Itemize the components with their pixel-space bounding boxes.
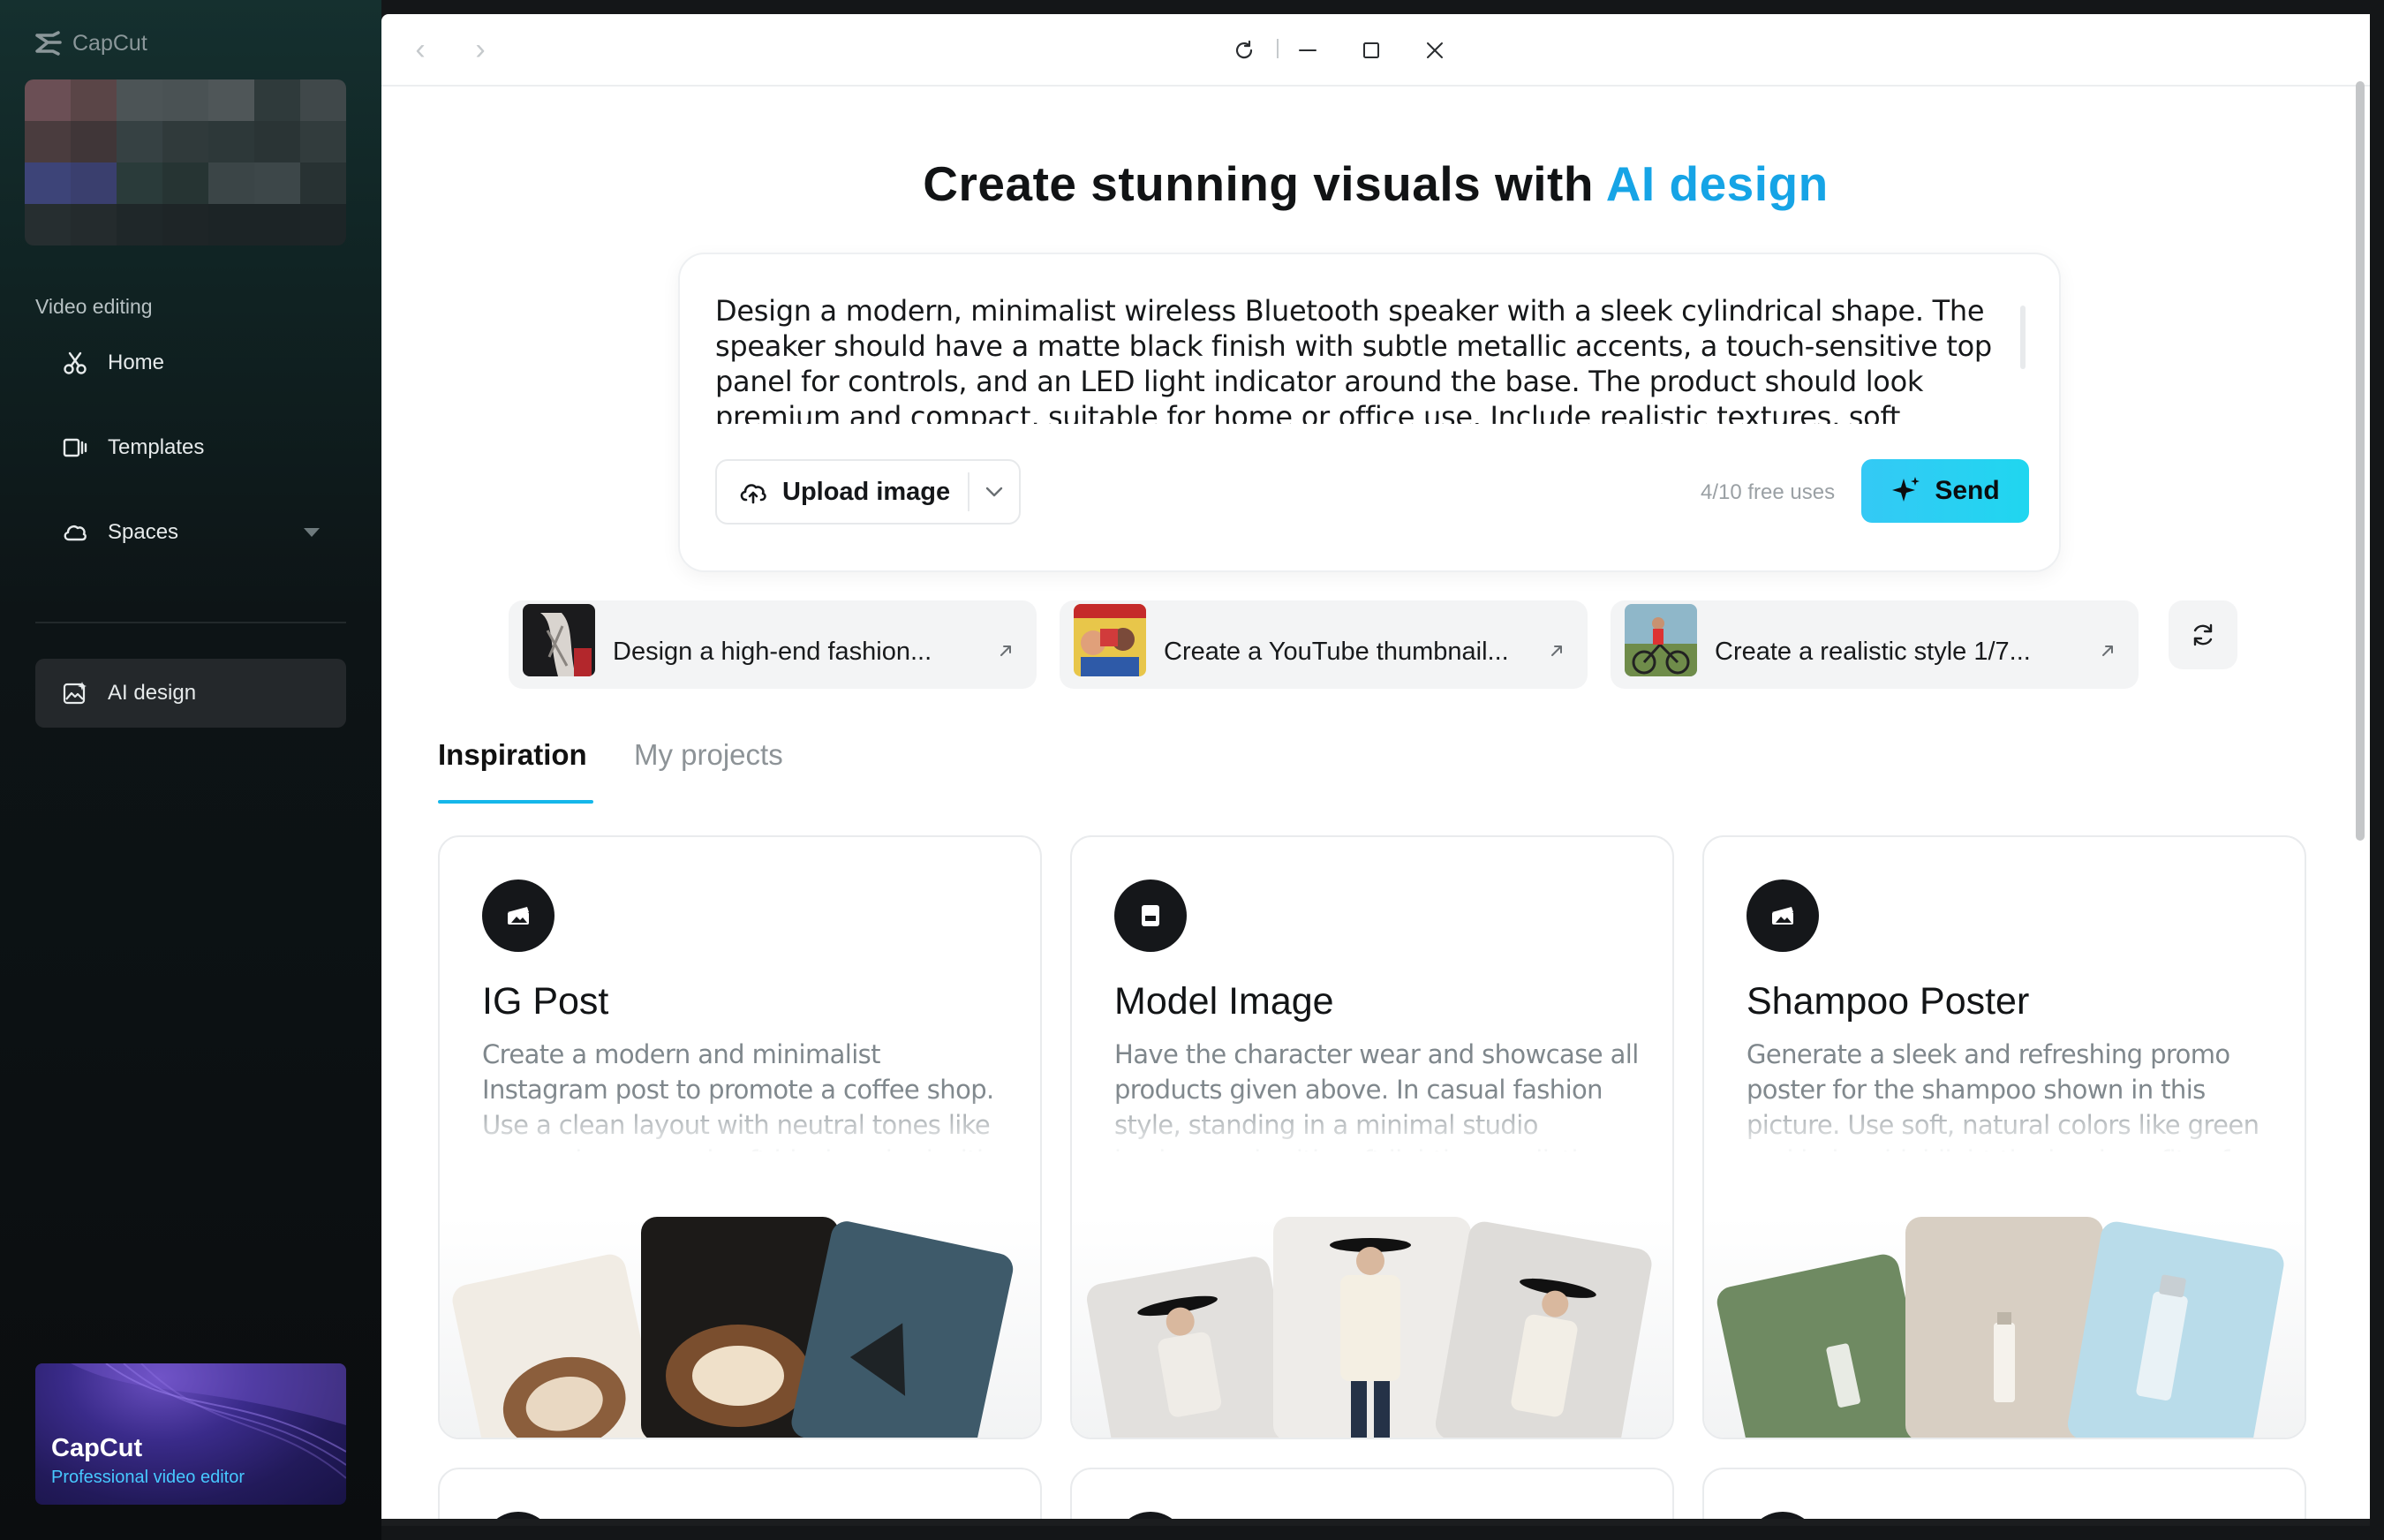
capcut-logo-icon bbox=[35, 31, 62, 56]
sidebar-item-spaces[interactable]: Spaces bbox=[35, 498, 346, 567]
cloud-upload-icon bbox=[740, 484, 766, 504]
minimize-icon[interactable] bbox=[1287, 30, 1328, 71]
main-panel: ‹ › Create stunning visuals with AI desi… bbox=[381, 14, 2370, 1526]
sidebar-item-label: Spaces bbox=[108, 520, 179, 544]
suggestion-chip-realistic[interactable]: Create a realistic style 1/7... bbox=[1611, 600, 2139, 689]
app-window: CapCut Video editing Home Templates Spac… bbox=[0, 0, 2384, 1540]
sidebar-divider bbox=[35, 622, 346, 623]
tab-inspiration[interactable]: Inspiration bbox=[438, 738, 587, 772]
suggestion-label: Design a high-end fashion... bbox=[613, 638, 932, 666]
upload-image-label: Upload image bbox=[782, 477, 951, 506]
suggestion-thumbnail bbox=[523, 604, 595, 676]
send-label: Send bbox=[1935, 476, 2000, 505]
prompt-scrollbar[interactable] bbox=[2020, 306, 2026, 369]
promo-subtitle: Professional video editor bbox=[51, 1468, 245, 1487]
inspiration-card-peek[interactable] bbox=[1702, 1468, 2306, 1526]
suggestion-chip-youtube[interactable]: Create a YouTube thumbnail... bbox=[1060, 600, 1588, 689]
page-title-accent: AI design bbox=[1605, 156, 1829, 211]
card-artwork bbox=[1704, 1217, 2305, 1438]
upload-dropdown[interactable] bbox=[969, 486, 1019, 498]
tab-my-projects[interactable]: My projects bbox=[634, 738, 783, 772]
inspiration-card-shampoo-poster[interactable]: Shampoo Poster Generate a sleek and refr… bbox=[1702, 835, 2306, 1439]
description-fade bbox=[1072, 1093, 1672, 1155]
sidebar-item-label: Templates bbox=[108, 435, 205, 459]
image-card-icon bbox=[1747, 879, 1819, 952]
sidebar-item-label: Home bbox=[108, 351, 165, 374]
page-title-prefix: Create stunning visuals with bbox=[923, 156, 1606, 211]
arrow-up-right-icon bbox=[2102, 645, 2113, 656]
arrow-up-right-icon bbox=[1000, 645, 1011, 656]
sidebar-item-label: AI design bbox=[108, 681, 197, 705]
send-button[interactable]: Send bbox=[1861, 459, 2029, 523]
sidebar: CapCut Video editing Home Templates Spac… bbox=[0, 0, 381, 1540]
arrow-up-right-icon bbox=[1551, 645, 1562, 656]
prompt-card: Design a modern, minimalist wireless Blu… bbox=[678, 253, 2061, 572]
refresh-suggestions-button[interactable] bbox=[2169, 600, 2237, 669]
image-card-icon bbox=[482, 879, 555, 952]
sidebar-item-templates[interactable]: Templates bbox=[35, 413, 346, 482]
promo-banner[interactable]: CapCut Professional video editor bbox=[35, 1363, 346, 1505]
close-icon[interactable] bbox=[1415, 30, 1455, 71]
template-icon bbox=[60, 433, 90, 463]
card-title: Model Image bbox=[1114, 980, 1334, 1023]
inspiration-card-model-image[interactable]: Model Image Have the character wear and … bbox=[1070, 835, 1674, 1439]
suggestion-chip-fashion[interactable]: Design a high-end fashion... bbox=[509, 600, 1037, 689]
portrait-card-icon bbox=[1114, 879, 1187, 952]
card-title: Shampoo Poster bbox=[1747, 980, 2030, 1023]
refresh-icon bbox=[2193, 623, 2213, 646]
sidebar-item-ai-design[interactable]: AI design bbox=[35, 659, 346, 728]
card-artwork bbox=[440, 1217, 1040, 1438]
inspiration-card-peek[interactable] bbox=[438, 1468, 1042, 1526]
chevron-down-icon[interactable] bbox=[304, 528, 320, 537]
description-fade bbox=[1704, 1093, 2305, 1155]
maximize-icon[interactable] bbox=[1351, 30, 1392, 71]
brand-name: CapCut bbox=[72, 30, 147, 56]
suggestion-thumbnail bbox=[1074, 604, 1146, 676]
top-bar: ‹ › bbox=[381, 14, 2370, 87]
suggestion-thumbnail bbox=[1625, 604, 1697, 676]
inspiration-card-peek[interactable] bbox=[1070, 1468, 1674, 1526]
main-scrollbar[interactable] bbox=[2356, 81, 2365, 841]
toolbar-separator bbox=[1277, 39, 1279, 58]
description-fade bbox=[440, 1093, 1040, 1155]
section-label-video-editing: Video editing bbox=[35, 295, 153, 318]
window-bottom-edge bbox=[381, 1519, 2370, 1526]
inspiration-card-ig-post[interactable]: IG Post Create a modern and minimalist I… bbox=[438, 835, 1042, 1439]
chevron-down-icon bbox=[985, 487, 1003, 497]
card-artwork bbox=[1072, 1217, 1672, 1438]
free-uses-counter: 4/10 free uses bbox=[1701, 480, 1836, 504]
reload-icon[interactable] bbox=[1224, 30, 1264, 71]
upload-image-button[interactable]: Upload image bbox=[715, 459, 1021, 525]
cloud-icon bbox=[60, 517, 90, 547]
card-title: IG Post bbox=[482, 980, 609, 1023]
sparkle-icon bbox=[1892, 477, 1920, 502]
scissors-icon bbox=[60, 348, 90, 378]
upload-image-main[interactable]: Upload image bbox=[717, 461, 968, 523]
page-title: Create stunning visuals with AI design bbox=[381, 155, 2370, 212]
forward-arrow-icon[interactable]: › bbox=[464, 34, 496, 65]
user-avatar[interactable] bbox=[25, 79, 346, 245]
promo-title: CapCut bbox=[51, 1434, 143, 1462]
sidebar-item-home[interactable]: Home bbox=[35, 328, 346, 397]
ai-image-icon bbox=[60, 678, 90, 708]
back-arrow-icon[interactable]: ‹ bbox=[404, 34, 436, 65]
suggestion-label: Create a YouTube thumbnail... bbox=[1164, 638, 1509, 666]
tab-active-indicator bbox=[438, 800, 593, 804]
suggestion-label: Create a realistic style 1/7... bbox=[1715, 638, 2031, 666]
capcut-logo: CapCut bbox=[34, 30, 147, 57]
prompt-textarea[interactable]: Design a modern, minimalist wireless Blu… bbox=[715, 293, 2022, 424]
